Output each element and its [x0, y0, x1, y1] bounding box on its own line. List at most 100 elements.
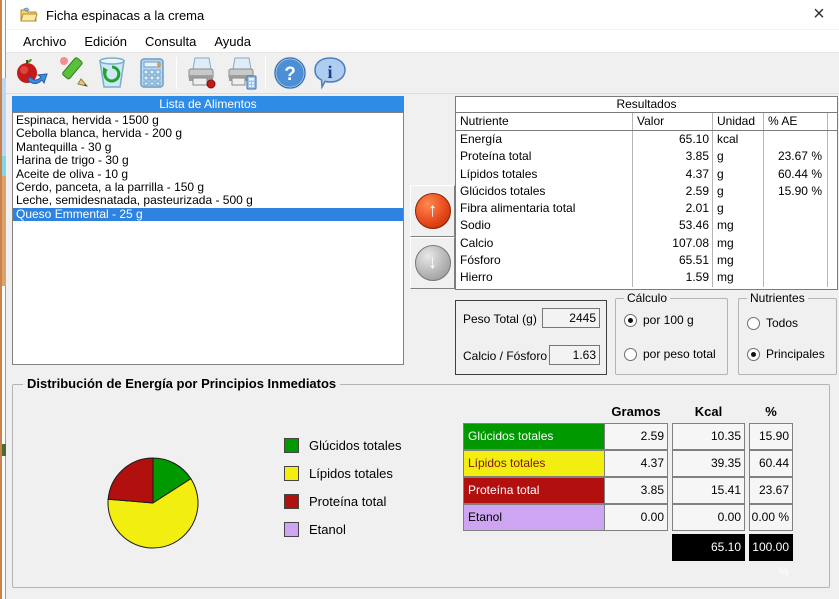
legend-swatch-red — [284, 494, 299, 509]
nutrient-ae — [764, 217, 828, 234]
nutrient-name: Fibra alimentaria total — [456, 200, 633, 217]
print-foods-button[interactable] — [181, 54, 221, 92]
col-header-valor: Valor — [633, 113, 713, 130]
peso-total-field[interactable]: 2445 — [542, 308, 600, 328]
nutrient-unit: kcal — [713, 131, 764, 148]
dist-pct: 0.00 % — [749, 504, 793, 531]
nutrient-name: Fósforo — [456, 252, 633, 269]
legend-label: Proteína total — [309, 494, 386, 509]
col-header-nutriente: Nutriente — [456, 113, 633, 130]
filler — [828, 252, 837, 269]
radio-todos[interactable]: Todos — [747, 316, 798, 330]
close-button[interactable]: × — [799, 0, 839, 30]
radio-por-100g[interactable]: por 100 g — [624, 313, 694, 327]
list-item[interactable]: Espinaca, hervida - 1500 g — [13, 114, 403, 127]
radio-por-peso-total[interactable]: por peso total — [624, 347, 716, 361]
radio-label: Principales — [766, 347, 825, 361]
toolbar-separator — [176, 57, 177, 89]
dist-total-pct: 100.00 % — [749, 534, 793, 561]
dist-kcal: 15.41 — [672, 477, 745, 504]
svg-text:i: i — [327, 62, 332, 82]
legend-swatch-green — [284, 438, 299, 453]
result-row: Proteína total3.85g23.67 % — [456, 148, 837, 165]
nutrient-unit: mg — [713, 269, 764, 286]
list-item-selected[interactable]: Queso Emmental - 25 g — [13, 208, 403, 221]
legend-item-proteina: Proteína total — [284, 493, 386, 509]
list-item[interactable]: Aceite de oliva - 10 g — [13, 168, 403, 181]
filler — [828, 235, 837, 252]
result-row: Sodio53.46mg — [456, 217, 837, 234]
nutrient-value: 107.08 — [633, 235, 713, 252]
app-window: Ficha espinacas a la crema × Archivo Edi… — [0, 0, 839, 599]
dist-kcal: 0.00 — [672, 504, 745, 531]
menu-archivo[interactable]: Archivo — [14, 32, 75, 51]
edit-food-button[interactable] — [52, 54, 92, 92]
dist-total-kcal: 65.10 — [672, 534, 745, 561]
list-item[interactable]: Cerdo, panceta, a la parrilla - 150 g — [13, 181, 403, 194]
print-results-button[interactable] — [221, 54, 261, 92]
up-arrow-icon: ↑ — [415, 193, 451, 229]
help-button[interactable]: ? — [270, 54, 310, 92]
nutrient-ae: 23.67 % — [764, 148, 828, 165]
down-arrow-icon: ↓ — [415, 245, 451, 281]
energy-pie-chart — [106, 456, 200, 550]
dist-kcal: 39.35 — [672, 450, 745, 477]
nutrient-unit: g — [713, 200, 764, 217]
menu-consulta[interactable]: Consulta — [136, 32, 205, 51]
nutrientes-groupbox: Nutrientes Todos Principales — [738, 298, 837, 375]
list-item[interactable]: Leche, semidesnatada, pasteurizada - 500… — [13, 194, 403, 207]
nutrient-name: Proteína total — [456, 148, 633, 165]
legend-swatch-purple — [284, 522, 299, 537]
filler — [828, 148, 837, 165]
calcio-fosforo-field[interactable]: 1.63 — [549, 345, 600, 365]
radio-icon — [624, 348, 637, 361]
window-folder-icon — [20, 7, 38, 23]
move-down-button[interactable]: ↓ — [410, 237, 455, 289]
legend-label: Glúcidos totales — [309, 438, 402, 453]
menu-edicion[interactable]: Edición — [75, 32, 136, 51]
title-bar: Ficha espinacas a la crema — [6, 0, 839, 30]
nutrient-unit: mg — [713, 252, 764, 269]
add-food-apple-button[interactable] — [12, 54, 52, 92]
menu-ayuda[interactable]: Ayuda — [205, 32, 260, 51]
about-info-icon: i — [312, 55, 348, 91]
results-header-row: Nutriente Valor Unidad % AE — [456, 113, 837, 131]
filler — [828, 131, 837, 148]
dist-row-label: Proteína total — [463, 477, 605, 504]
radio-principales[interactable]: Principales — [747, 347, 825, 361]
dist-gramos: 0.00 — [604, 504, 668, 531]
weight-panel: Peso Total (g) 2445 Calcio / Fósforo 1.6… — [455, 300, 607, 375]
result-row: Lípidos totales4.37g60.44 % — [456, 166, 837, 183]
radio-icon — [624, 314, 637, 327]
nutrient-value: 3.85 — [633, 148, 713, 165]
nutrient-unit: g — [713, 148, 764, 165]
result-row: Calcio107.08mg — [456, 235, 837, 252]
help-icon: ? — [272, 55, 308, 91]
nutrient-unit: g — [713, 183, 764, 200]
dist-col-kcal: Kcal — [672, 404, 745, 419]
list-item[interactable]: Harina de trigo - 30 g — [13, 154, 403, 167]
dist-kcal: 10.35 — [672, 423, 745, 450]
radio-label: por peso total — [643, 347, 716, 361]
result-row: Glúcidos totales2.59g15.90 % — [456, 183, 837, 200]
legend-item-etanol: Etanol — [284, 521, 346, 537]
delete-food-button[interactable] — [92, 54, 132, 92]
list-item[interactable]: Cebolla blanca, hervida - 200 g — [13, 127, 403, 140]
legend-swatch-yellow — [284, 466, 299, 481]
nutrient-name: Sodio — [456, 217, 633, 234]
move-up-button[interactable]: ↑ — [410, 185, 455, 237]
list-item[interactable]: Mantequilla - 30 g — [13, 141, 403, 154]
about-button[interactable]: i — [310, 54, 350, 92]
calcio-fosforo-label: Calcio / Fósforo — [463, 349, 547, 363]
dist-gramos: 4.37 — [604, 450, 668, 477]
nutrient-value: 53.46 — [633, 217, 713, 234]
toolbar-separator — [265, 57, 266, 89]
calculate-button[interactable] — [132, 54, 172, 92]
dist-row-label: Glúcidos totales — [463, 423, 605, 450]
svg-text:?: ? — [284, 64, 296, 85]
radio-icon — [747, 348, 760, 361]
background-fragment — [2, 156, 6, 176]
dist-gramos: 2.59 — [604, 423, 668, 450]
print-foods-icon — [183, 55, 219, 91]
nutrient-value: 2.01 — [633, 200, 713, 217]
